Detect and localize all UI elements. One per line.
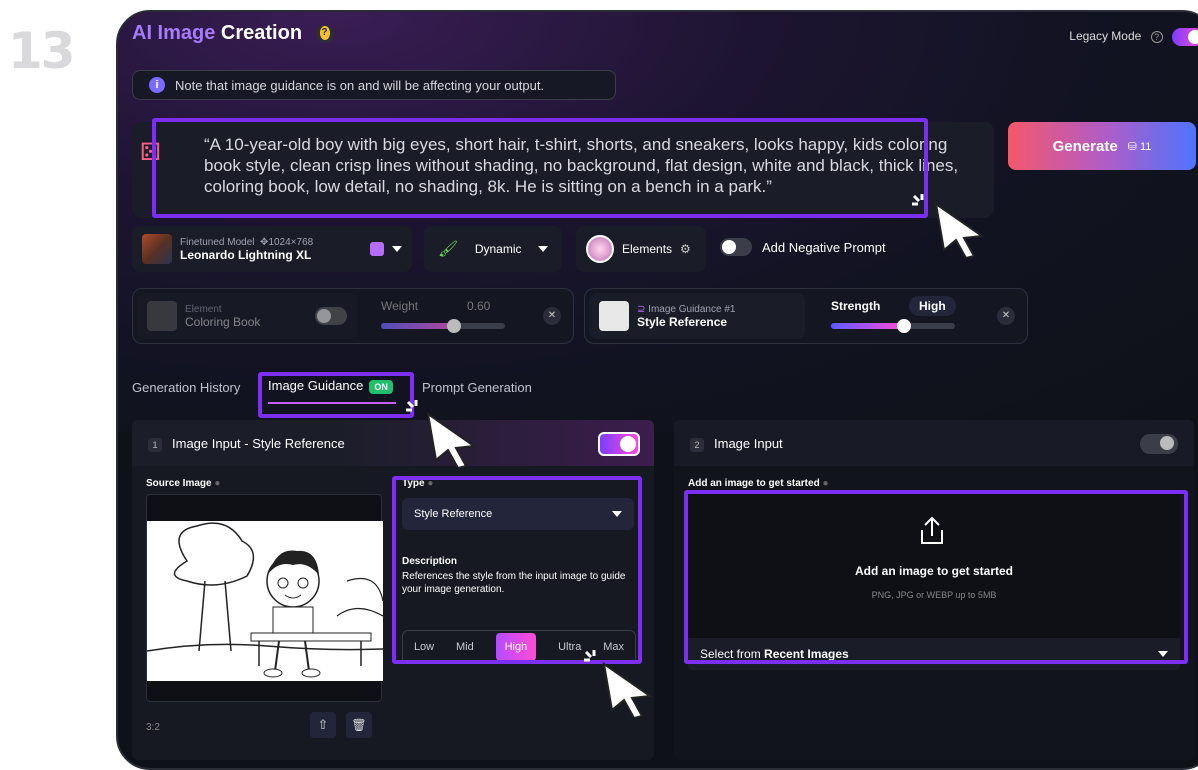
generate-label: Generate	[1052, 137, 1118, 155]
type-highlight	[392, 476, 642, 664]
click-spark-icon	[912, 194, 924, 206]
model-size: 1024×768	[268, 236, 314, 248]
negative-prompt-toggle[interactable]	[720, 238, 752, 256]
paintbrush-icon: 🖌	[438, 241, 459, 258]
weight-value: 0.60	[467, 299, 491, 313]
gear-icon[interactable]: ⚙	[680, 242, 691, 256]
click-spark-icon	[584, 650, 596, 662]
generate-button[interactable]: Generate ⛁ 11	[1008, 122, 1196, 170]
legacy-mode-toggle[interactable]	[1172, 28, 1198, 46]
chevron-down-icon	[392, 246, 402, 252]
source-image-frame	[146, 494, 383, 702]
element-label: Element	[185, 303, 222, 315]
upload-icon[interactable]: ⇧	[310, 712, 336, 738]
panel1-number: 1	[148, 438, 162, 452]
elements-button[interactable]: Elements ⚙	[576, 226, 706, 272]
elements-label: Elements	[622, 242, 673, 256]
add-image-label: Add an image to get started ●	[688, 478, 829, 489]
title-ai: AI Image	[132, 22, 216, 44]
page-title: AI Image Creation	[132, 22, 334, 45]
strength-label: Strength	[831, 299, 881, 313]
weight-slider[interactable]	[381, 319, 505, 333]
token-count: ⛁ 11	[1127, 140, 1152, 153]
dropzone-highlight	[684, 490, 1188, 664]
tab-bar: Generation History	[132, 380, 240, 395]
panel2-title: Image Input	[714, 436, 783, 451]
guidance-name: Style Reference	[637, 314, 728, 329]
element-thumbnail	[147, 301, 177, 331]
close-icon[interactable]: ✕	[997, 307, 1015, 325]
guidance-thumbnail	[599, 301, 629, 331]
elements-icon	[586, 235, 614, 263]
pointer-cursor-icon	[602, 661, 653, 718]
model-label: Finetuned Model	[180, 236, 255, 248]
model-thumbnail	[142, 234, 172, 264]
close-icon[interactable]: ✕	[543, 307, 561, 325]
guidance-note-text: Note that image guidance is on and will …	[175, 77, 545, 93]
guidance-label: Image Guidance #1	[648, 303, 736, 315]
title-rest: Creation	[215, 22, 303, 44]
guidance-card: ⊇ Image Guidance #1 Style Reference Stre…	[584, 288, 1028, 344]
info-icon: i	[149, 77, 165, 93]
element-card: Element Coloring Book Weight 0.60 ✕	[132, 288, 574, 344]
source-image-label: Source Image ●	[146, 478, 221, 489]
style-preset-label: Dynamic	[474, 242, 522, 256]
aspect-ratio: 3:2	[146, 722, 160, 733]
trash-icon[interactable]: 🗑	[346, 712, 372, 738]
panel1-title: Image Input - Style Reference	[172, 436, 345, 451]
help-icon[interactable]	[315, 24, 334, 43]
element-toggle[interactable]	[315, 307, 347, 325]
tab-generation-history[interactable]: Generation History	[132, 380, 240, 395]
model-edit-icon[interactable]	[370, 242, 384, 256]
strength-value: High	[909, 296, 956, 316]
tab-highlight	[258, 372, 414, 418]
weight-label: Weight	[381, 299, 419, 313]
source-image[interactable]	[147, 521, 383, 681]
legacy-mode-label: Legacy Mode	[1069, 29, 1142, 44]
legacy-mode: Legacy Mode ?	[1069, 28, 1198, 46]
prompt-highlight	[152, 118, 928, 218]
step-number: 13	[8, 22, 76, 80]
strength-slider[interactable]	[831, 319, 955, 333]
legacy-help-icon[interactable]: ?	[1150, 31, 1163, 44]
panel1-toggle[interactable]	[598, 432, 640, 456]
panel2-number: 2	[690, 438, 704, 452]
panel2-toggle[interactable]	[1140, 434, 1178, 454]
guidance-note: i Note that image guidance is on and wil…	[132, 70, 616, 100]
style-preset-dropdown[interactable]: 🖌 Dynamic	[424, 226, 562, 272]
model-selector[interactable]: Finetuned Model ✥1024×768 Leonardo Light…	[132, 226, 412, 272]
element-name: Coloring Book	[185, 314, 261, 329]
negative-prompt-toggle-row: Add Negative Prompt	[720, 238, 886, 256]
app-window: AI Image Creation Legacy Mode ? i Note t…	[116, 10, 1198, 770]
pointer-cursor-icon	[934, 201, 985, 258]
click-spark-icon	[406, 400, 418, 412]
tab-prompt-generation[interactable]: Prompt Generation	[422, 380, 532, 395]
pointer-cursor-icon	[426, 411, 477, 468]
model-name: Leonardo Lightning XL	[180, 247, 312, 262]
negative-prompt-label: Add Negative Prompt	[762, 239, 886, 255]
chevron-down-icon	[538, 246, 548, 252]
